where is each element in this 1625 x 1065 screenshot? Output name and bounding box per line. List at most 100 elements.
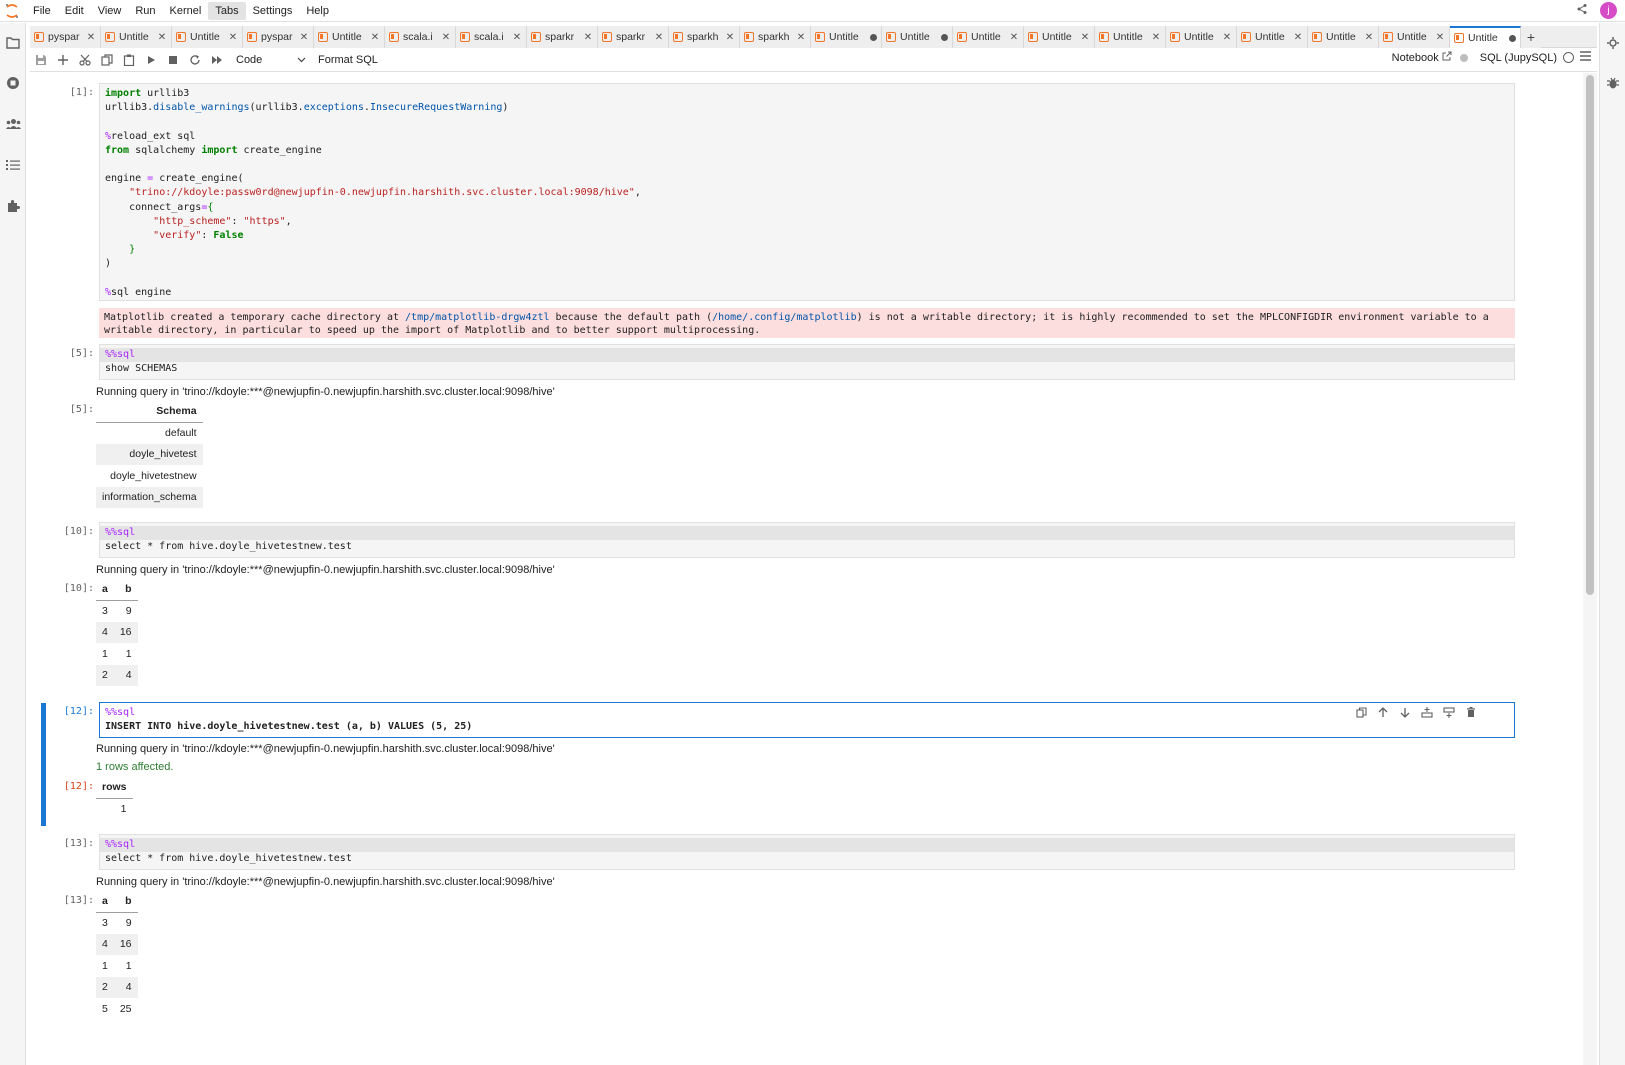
menu-help[interactable]: Help [299,2,336,20]
notebook-tab[interactable]: Untitle ✕ [1308,26,1379,48]
cell-type-select[interactable]: Code [236,51,306,69]
code-cell-editor[interactable]: %%sql select * from hive.doyle_hivetestne… [99,522,1515,558]
menu-file[interactable]: File [26,2,58,20]
notebook-tab[interactable]: sparkr ✕ [527,26,598,48]
notebook-tab[interactable]: Untitle ✕ [1095,26,1166,48]
notebook-tab[interactable]: Untitle ✕ [953,26,1024,48]
menu-kernel[interactable]: Kernel [163,2,209,20]
format-sql-button[interactable]: Format SQL [318,54,378,66]
menu-edit[interactable]: Edit [58,2,91,20]
delete-cell-icon[interactable] [1464,705,1478,719]
close-icon[interactable]: ✕ [299,32,309,43]
column-header: a [96,891,114,913]
notebook-tab[interactable]: scala.i ✕ [385,26,456,48]
menu-settings[interactable]: Settings [246,2,300,20]
kernel-name[interactable]: SQL (JupySQL) [1480,52,1557,64]
notebook-tab[interactable]: Untitle ✕ [314,26,385,48]
cut-icon[interactable] [74,49,96,71]
notebook-tab[interactable]: scala.i ✕ [456,26,527,48]
notebook-tab[interactable]: Untitle ✕ [1237,26,1308,48]
paste-icon[interactable] [118,49,140,71]
notebook-icon [34,32,44,42]
menu-tabs[interactable]: Tabs [208,1,246,20]
notebook-tab[interactable]: sparkh ✕ [740,26,811,48]
unsaved-dot-icon[interactable] [1509,34,1516,42]
insert-below-icon[interactable] [1442,705,1456,719]
close-icon[interactable]: ✕ [1080,32,1090,43]
close-icon[interactable]: ✕ [1364,32,1374,43]
move-up-icon[interactable] [1376,705,1390,719]
notebook-tab[interactable]: pyspar ✕ [30,26,101,48]
interrupt-icon[interactable] [162,49,184,71]
close-icon[interactable]: ✕ [583,32,593,43]
code-cell-editor[interactable]: %%sql show SCHEMAS [99,344,1515,380]
file-browser-icon[interactable] [5,35,21,51]
bug-icon[interactable] [1458,52,1470,64]
restart-icon[interactable] [184,49,206,71]
close-icon[interactable]: ✕ [512,32,522,43]
menu-icon[interactable] [1580,51,1591,64]
debugger-icon[interactable] [1605,75,1621,91]
code-cell-editor[interactable]: import urllib3 urllib3.disable_warnings(… [99,83,1515,301]
input-prompt: [1]: [69,87,94,98]
close-icon[interactable]: ✕ [1222,32,1232,43]
close-icon[interactable]: ✕ [157,32,167,43]
close-icon[interactable]: ✕ [1293,32,1303,43]
close-icon[interactable]: ✕ [228,32,238,43]
close-icon[interactable]: ✕ [86,32,96,43]
collaborators-icon[interactable] [5,116,21,132]
notebook-tab[interactable]: Untitle ✕ [101,26,172,48]
table-cell: 4 [113,664,138,686]
close-icon[interactable]: ✕ [1435,32,1445,43]
notebook-tab[interactable]: pyspar ✕ [243,26,314,48]
notebook-switch-button[interactable]: Notebook [1392,51,1452,64]
running-kernels-icon[interactable] [5,75,21,91]
right-sidebar [1599,23,1625,1065]
copy-icon[interactable] [96,49,118,71]
notebook-tab[interactable]: sparkr ✕ [598,26,669,48]
insert-above-icon[interactable] [1420,705,1434,719]
property-inspector-icon[interactable] [1605,35,1621,51]
output-prompt: [5]: [69,404,94,415]
new-tab-button[interactable]: + [1521,26,1541,48]
notebook-tab[interactable]: sparkh ✕ [669,26,740,48]
run-icon[interactable] [140,49,162,71]
scrollbar-thumb[interactable] [1586,75,1594,595]
user-avatar[interactable]: j [1600,2,1617,19]
menu-view[interactable]: View [91,2,129,20]
notebook-tab[interactable]: Untitle ✕ [1379,26,1450,48]
close-icon[interactable]: ✕ [1009,32,1019,43]
extensions-icon[interactable] [5,198,21,214]
close-icon[interactable]: ✕ [441,32,451,43]
notebook-label: Notebook [1391,51,1439,64]
close-icon[interactable]: ✕ [654,32,664,43]
unsaved-dot-icon[interactable] [870,33,877,41]
close-icon[interactable]: ✕ [796,32,806,43]
notebook-tab[interactable]: Untitle [1450,26,1521,48]
notebook-icon [176,32,186,42]
insert-cell-icon[interactable] [52,49,74,71]
notebook-tab[interactable]: Untitle [882,26,953,48]
table-of-contents-icon[interactable] [5,157,21,173]
tab-label: Untitle [119,31,149,43]
notebook-panel[interactable]: [1]: import urllib3 urllib3.disable_warn… [30,73,1583,1065]
code-cell-editor[interactable]: %%sql select * from hive.doyle_hivetestne… [99,834,1515,870]
notebook-tab[interactable]: Untitle ✕ [1166,26,1237,48]
duplicate-cell-icon[interactable] [1354,705,1368,719]
code-cell-editor[interactable]: %%sql INSERT INTO hive.doyle_hivetestnew… [99,702,1515,738]
close-icon[interactable]: ✕ [370,32,380,43]
tab-label: Untitle [190,31,220,43]
notebook-tab[interactable]: Untitle [811,26,882,48]
run-all-icon[interactable] [206,49,228,71]
unsaved-dot-icon[interactable] [941,33,948,41]
share-icon[interactable] [1576,3,1588,18]
save-icon[interactable] [30,49,52,71]
notebook-tab[interactable]: Untitle ✕ [172,26,243,48]
close-icon[interactable]: ✕ [1151,32,1161,43]
move-down-icon[interactable] [1398,705,1412,719]
notebook-scrollbar[interactable] [1583,73,1597,1065]
close-icon[interactable]: ✕ [725,32,735,43]
menu-run[interactable]: Run [128,2,162,20]
table-cell: doyle_hivetest [96,443,203,465]
notebook-tab[interactable]: Untitle ✕ [1024,26,1095,48]
